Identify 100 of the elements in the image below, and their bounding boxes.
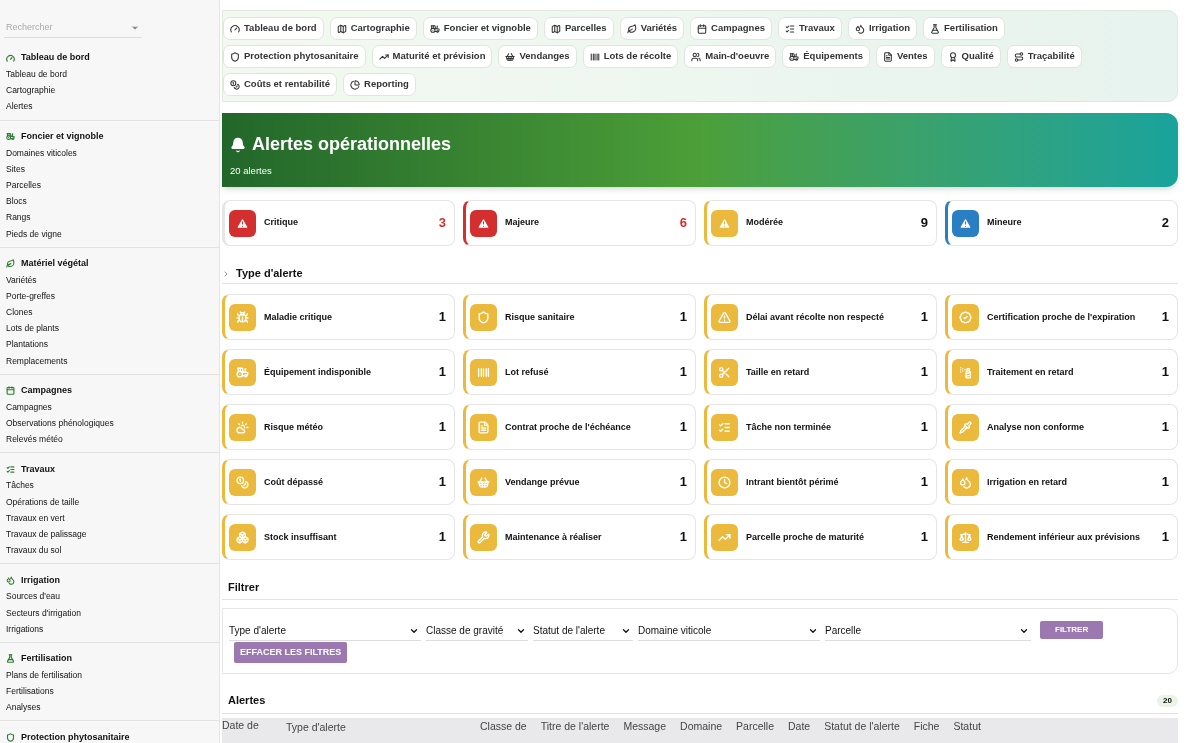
filter-select[interactable]: Statut de l'alerte [533, 621, 633, 641]
sidebar-item[interactable]: Clones [0, 304, 219, 321]
alert-type-card[interactable]: Vendange prévue 1 [463, 459, 696, 505]
sidebar-item[interactable]: Remplacements [0, 352, 219, 369]
sidebar-item[interactable]: Fertilisations [0, 683, 219, 700]
nav-tab[interactable]: Vendanges [498, 45, 577, 68]
filter-button[interactable]: FILTRER [1040, 621, 1104, 639]
nav-tab[interactable]: Qualité [940, 45, 1001, 68]
section-title: Irrigation [21, 573, 60, 587]
column-header[interactable]: Domaine [680, 719, 723, 732]
alert-type-card[interactable]: Intrant bientôt périmé 1 [704, 459, 937, 505]
alert-type-count: 1 [438, 528, 447, 547]
alert-type-count: 1 [1161, 473, 1170, 492]
column-header[interactable]: Date de [222, 719, 272, 731]
alert-type-card[interactable]: Irrigation en retard 1 [945, 459, 1178, 505]
nav-tab[interactable]: Cartographie [329, 17, 417, 40]
nav-tab[interactable]: Protection phytosanitaire [223, 45, 366, 68]
sidebar-item[interactable]: Parcelles [0, 176, 219, 194]
sidebar-item[interactable]: Rangs [0, 209, 219, 226]
nav-tab[interactable]: Foncier et vignoble [422, 17, 538, 40]
nav-tab[interactable]: Traçabilité [1006, 45, 1082, 68]
nav-tab[interactable]: Ventes [875, 45, 935, 68]
sidebar-item[interactable]: Secteurs d'irrigation [0, 604, 219, 621]
sidebar-item[interactable]: Observations phénologiques [0, 415, 219, 432]
section-heading: Filtrer [228, 580, 260, 596]
nav-tab[interactable]: Fertilisation [923, 17, 1005, 40]
column-header[interactable]: Type d'alerte [286, 719, 466, 733]
alert-type-count: 1 [438, 418, 447, 437]
nav-tab[interactable]: Parcelles [543, 17, 614, 40]
sidebar-item[interactable]: Plans de fertilisation [0, 666, 219, 684]
nav-tab[interactable]: Reporting [343, 73, 416, 96]
sidebar-item[interactable]: Tableau de bord [0, 66, 219, 83]
filter-select[interactable]: Classe de gravité [426, 621, 528, 641]
sidebar-item[interactable]: Opérations de taille [0, 493, 219, 510]
sidebar-item[interactable]: Porte-greffes [0, 287, 219, 305]
sidebar-item[interactable]: Campagnes [0, 398, 219, 415]
alert-type-card[interactable]: Analyse non conforme 1 [945, 404, 1178, 450]
sidebar-item[interactable]: Irrigations [0, 620, 219, 637]
alert-type-label: Maintenance à réaliser [505, 531, 603, 543]
sidebar-item[interactable]: Domaines viticoles [0, 144, 219, 161]
severity-card[interactable]: Modérée 9 [704, 200, 937, 246]
column-header[interactable]: Date [788, 719, 811, 732]
alert-type-card[interactable]: Rendement inférieur aux prévisions 1 [945, 514, 1178, 560]
sidebar-item[interactable]: Analyses [0, 699, 219, 716]
filter-select[interactable]: Parcelle [825, 621, 1031, 641]
sidebar-item[interactable]: Relevés météo [0, 431, 219, 448]
nav-tab[interactable]: Coûts et rentabilité [223, 73, 338, 96]
column-header[interactable]: Fiche [913, 719, 940, 732]
nav-tab[interactable]: Travaux [777, 17, 842, 40]
column-header[interactable]: Classe de [480, 719, 527, 732]
nav-tab[interactable]: Lots de récolte [582, 45, 679, 68]
alert-type-card[interactable]: Stock insuffisant 1 [222, 514, 455, 560]
severity-card[interactable]: Critique 3 [222, 200, 455, 246]
clear-filters-button[interactable]: EFFACER LES FILTRES [234, 642, 348, 663]
alert-type-card[interactable]: Maintenance à réaliser 1 [463, 514, 696, 560]
sidebar-item[interactable]: Lots de plants [0, 320, 219, 337]
alert-type-card[interactable]: Risque sanitaire 1 [463, 294, 696, 340]
sidebar-item[interactable]: Tâches [0, 477, 219, 494]
alert-type-card[interactable]: Tâche non terminée 1 [704, 404, 937, 450]
filter-select[interactable]: Type d'alerte [229, 621, 421, 641]
sidebar-item[interactable]: Blocs [0, 193, 219, 210]
sidebar-item[interactable]: Sources d'eau [0, 588, 219, 605]
nav-tab[interactable]: Variétés [619, 17, 685, 40]
alert-type-card[interactable]: Risque météo 1 [222, 404, 455, 450]
alert-type-card[interactable]: Taille en retard 1 [704, 349, 937, 395]
column-header[interactable]: Parcelle [736, 719, 774, 732]
nav-tab[interactable]: Main-d'oeuvre [684, 45, 777, 68]
alert-type-card[interactable]: Équipement indisponible 1 [222, 349, 455, 395]
alert-type-card[interactable]: Coût dépassé 1 [222, 459, 455, 505]
sidebar-item[interactable]: Travaux de palissage [0, 525, 219, 543]
sidebar-item[interactable]: Travaux en vert [0, 509, 219, 526]
alert-type-card[interactable]: Lot refusé 1 [463, 349, 696, 395]
alert-type-card[interactable]: Délai avant récolte non respecté 1 [704, 294, 937, 340]
nav-tab[interactable]: Équipements [782, 45, 870, 68]
sidebar-item[interactable]: Plantations [0, 336, 219, 353]
nav-tab[interactable]: Irrigation [847, 17, 918, 40]
column-header[interactable]: Statut [953, 719, 981, 732]
alert-type-card[interactable]: Traitement en retard 1 [945, 349, 1178, 395]
section-title: Travaux [21, 462, 56, 476]
sidebar-item[interactable]: Pieds de vigne [0, 225, 219, 242]
sidebar-item[interactable]: Variétés [0, 271, 219, 288]
sidebar-item[interactable]: Cartographie [0, 82, 219, 99]
alert-type-card[interactable]: Certification proche de l'expiration 1 [945, 294, 1178, 340]
alert-type-card[interactable]: Parcelle proche de maturité 1 [704, 514, 937, 560]
alert-type-card[interactable]: Maladie critique 1 [222, 294, 455, 340]
nav-tab[interactable]: Tableau de bord [223, 17, 324, 40]
sidebar-item[interactable]: Travaux du sol [0, 542, 219, 559]
nav-tab[interactable]: Campagnes [690, 17, 772, 40]
nav-tab[interactable]: Maturité et prévision [371, 45, 493, 68]
column-header[interactable]: Titre de l'alerte [540, 719, 610, 732]
alert-type-card[interactable]: Contrat proche de l'échéance 1 [463, 404, 696, 450]
column-header[interactable]: Message [623, 719, 667, 732]
severity-card[interactable]: Majeure 6 [463, 200, 696, 246]
sidebar-item[interactable]: Alertes [0, 98, 219, 115]
nav-icon [350, 79, 361, 90]
column-header[interactable]: Statut de l'alerte [824, 719, 900, 732]
alert-type-icon [711, 413, 738, 441]
filter-select[interactable]: Domaine viticole [638, 621, 820, 641]
severity-card[interactable]: Mineure 2 [945, 200, 1178, 246]
sidebar-item[interactable]: Sites [0, 160, 219, 177]
